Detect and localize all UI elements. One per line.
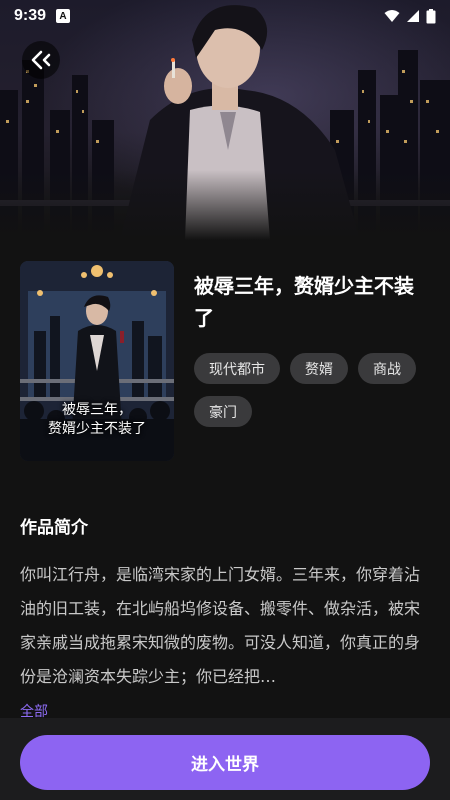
intro-text: 你叫江行舟，是临湾宋家的上门女婿。三年来，你穿着沾油的旧工装，在北屿船坞修设备、…	[20, 565, 421, 686]
status-time: 9:39	[14, 7, 47, 24]
book-cover: 被辱三年， 赘婿少主不装了	[20, 261, 174, 461]
hero-banner	[0, 0, 450, 240]
notification-icon: A	[56, 9, 71, 23]
enter-world-button[interactable]: 进入世界	[20, 735, 430, 790]
book-title: 被辱三年，赘婿少主不装了	[194, 274, 414, 330]
wifi-icon	[384, 10, 400, 22]
status-bar: 9:39 A	[0, 0, 450, 32]
cover-title-line-2: 赘婿少主不装了	[48, 421, 146, 437]
back-button[interactable]	[22, 41, 60, 79]
tag-business[interactable]: 商战	[358, 353, 416, 384]
battery-icon	[426, 8, 436, 23]
back-arrow-icon	[31, 50, 51, 70]
cover-title-line-1: 被辱三年，	[62, 402, 132, 418]
tag-son-in-law[interactable]: 赘婿	[290, 353, 348, 384]
signal-icon	[407, 10, 419, 22]
cover-title: 被辱三年， 赘婿少主不装了	[20, 401, 174, 439]
tag-modern-city[interactable]: 现代都市	[194, 353, 280, 384]
tag-list: 现代都市 赘婿 商战 豪门	[194, 353, 430, 427]
intro-heading: 作品简介	[20, 518, 88, 538]
tag-wealthy-family[interactable]: 豪门	[194, 396, 252, 427]
